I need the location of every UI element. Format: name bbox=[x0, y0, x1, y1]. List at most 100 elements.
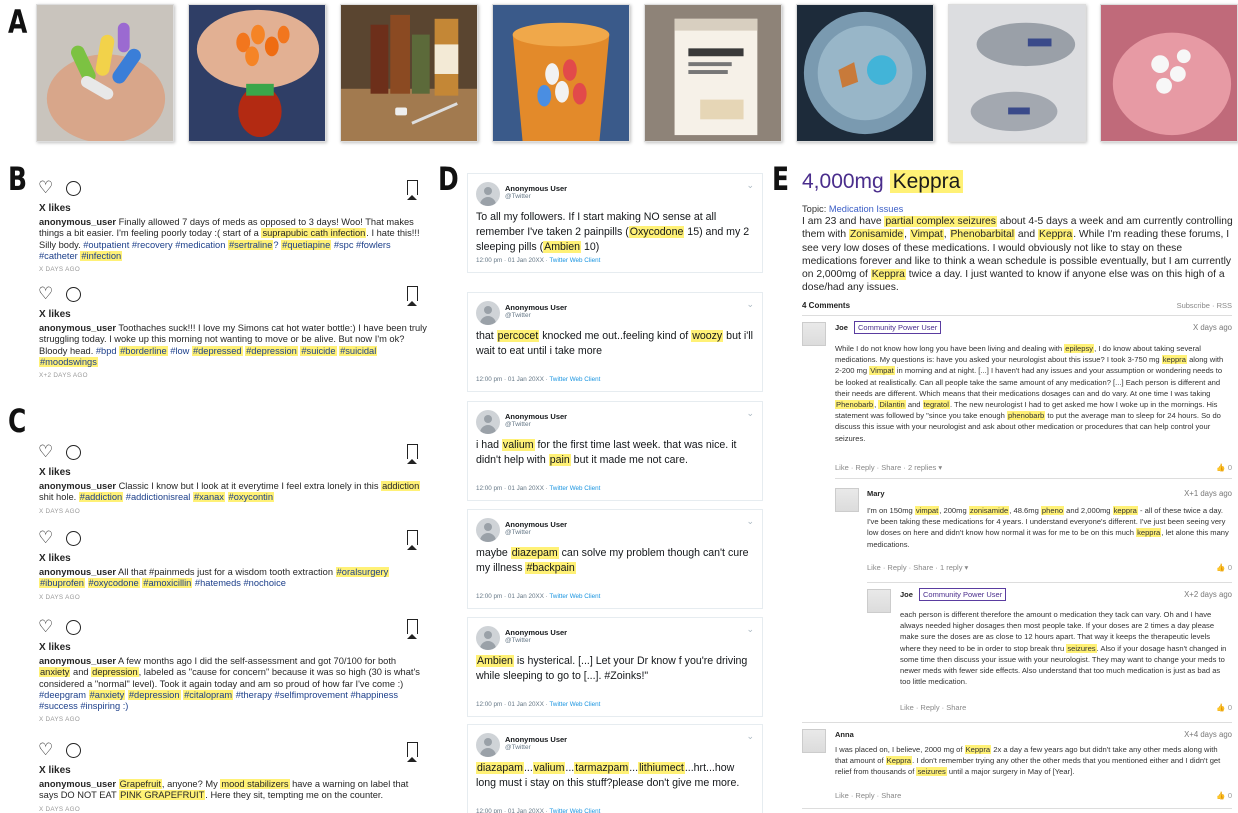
avatar[interactable] bbox=[476, 410, 500, 434]
forum-comment: Anna X+4 days ago I was placed on, I bel… bbox=[802, 729, 1232, 804]
bookmark-icon[interactable] bbox=[407, 530, 418, 550]
comment-icon[interactable] bbox=[66, 445, 81, 460]
comment-author[interactable]: Joe bbox=[900, 590, 913, 599]
post-caption: anonymous_user Grapefruit, anyone? My mo… bbox=[39, 779, 409, 801]
chevron-down-icon[interactable]: ⌄ bbox=[746, 408, 754, 419]
comment-text: I was placed on, I believe, 2000 mg of K… bbox=[835, 745, 1221, 777]
divider bbox=[802, 808, 1232, 809]
comment-icon[interactable] bbox=[66, 620, 81, 635]
comment-author[interactable]: Joe bbox=[835, 323, 848, 332]
tweet-handle: @Twitter bbox=[505, 312, 531, 319]
comments-count: 4 Comments bbox=[802, 301, 851, 310]
post-age: X DAYS AGO bbox=[39, 716, 81, 724]
avatar[interactable] bbox=[476, 182, 500, 206]
comment-author[interactable]: Anna bbox=[835, 730, 854, 739]
chevron-down-icon[interactable]: ⌄ bbox=[746, 731, 754, 742]
divider bbox=[802, 315, 1232, 316]
tweet-card[interactable]: Anonymous User @Twitter ⌄ Ambien is hyst… bbox=[467, 617, 763, 717]
forum-topic: Topic: Medication Issues bbox=[802, 204, 904, 214]
thumbs-up-icon[interactable]: 👍 0 bbox=[1216, 463, 1232, 472]
comment-date: X days ago bbox=[1192, 323, 1232, 332]
heart-icon[interactable]: ♡ bbox=[38, 618, 53, 636]
tweet-text: diazapam...valium...tarmazpam...lithiume… bbox=[476, 762, 740, 789]
tweet-card[interactable]: Anonymous User @Twitter ⌄ To all my foll… bbox=[467, 173, 763, 273]
photo-pill-bottle-with-capsules bbox=[492, 4, 630, 142]
comment-date: X+1 days ago bbox=[1184, 489, 1232, 498]
heart-icon[interactable]: ♡ bbox=[38, 443, 53, 461]
heart-icon[interactable]: ♡ bbox=[38, 179, 53, 197]
instagram-post: ♡ X likes anonymous_user A few months ag… bbox=[30, 618, 430, 724]
subscribe-link[interactable]: Subscribe · RSS bbox=[1177, 301, 1232, 310]
topic-link[interactable]: Medication Issues bbox=[829, 204, 903, 214]
likes-count: X likes bbox=[39, 309, 71, 320]
tweet-text: To all my followers. If I start making N… bbox=[476, 211, 750, 253]
comment-author[interactable]: Mary bbox=[867, 489, 885, 498]
tweet-meta: 12:00 pm · 01 Jan 20XX · Twitter Web Cli… bbox=[476, 808, 601, 813]
tweet-author[interactable]: Anonymous User bbox=[505, 412, 567, 421]
avatar[interactable] bbox=[802, 322, 826, 346]
avatar[interactable] bbox=[476, 301, 500, 325]
heart-icon[interactable]: ♡ bbox=[38, 529, 53, 547]
bookmark-icon[interactable] bbox=[407, 180, 418, 200]
comment-actions[interactable]: Like · Reply · Share · 1 reply ▾ bbox=[867, 563, 968, 572]
comment-icon[interactable] bbox=[66, 531, 81, 546]
bookmark-icon[interactable] bbox=[407, 444, 418, 464]
panel-label-e: E bbox=[772, 160, 790, 198]
comment-text: each person is different therefore the a… bbox=[900, 610, 1227, 687]
tweet-card[interactable]: Anonymous User @Twitter ⌄ diazapam...val… bbox=[467, 724, 763, 813]
panel-label-c: C bbox=[8, 402, 27, 440]
tweet-card[interactable]: Anonymous User @Twitter ⌄ maybe diazepam… bbox=[467, 509, 763, 609]
photo-orange-capsules-in-hand bbox=[188, 4, 326, 142]
avatar[interactable] bbox=[867, 589, 891, 613]
tweet-author[interactable]: Anonymous User bbox=[505, 520, 567, 529]
bookmark-icon[interactable] bbox=[407, 286, 418, 306]
photo-grey-oval-tablets bbox=[948, 4, 1086, 142]
forum-comment: Joe Community Power User X days ago Whil… bbox=[802, 321, 1232, 472]
power-user-badge: Community Power User bbox=[919, 588, 1007, 601]
comment-date: X+2 days ago bbox=[1184, 590, 1232, 599]
tweet-card[interactable]: Anonymous User @Twitter ⌄ i had valium f… bbox=[467, 401, 763, 501]
likes-count: X likes bbox=[39, 553, 71, 564]
avatar[interactable] bbox=[476, 518, 500, 542]
avatar[interactable] bbox=[835, 488, 859, 512]
comment-icon[interactable] bbox=[66, 181, 81, 196]
chevron-down-icon[interactable]: ⌄ bbox=[746, 180, 754, 191]
chevron-down-icon[interactable]: ⌄ bbox=[746, 516, 754, 527]
comment-date: X+4 days ago bbox=[1184, 730, 1232, 739]
tweet-card[interactable]: Anonymous User @Twitter ⌄ that percocet … bbox=[467, 292, 763, 392]
avatar[interactable] bbox=[802, 729, 826, 753]
tweet-handle: @Twitter bbox=[505, 193, 531, 200]
tweet-meta: 12:00 pm · 01 Jan 20XX · Twitter Web Cli… bbox=[476, 376, 601, 383]
post-caption: anonymous_user A few months ago I did th… bbox=[39, 656, 420, 712]
photo-colorful-pills-in-hand bbox=[36, 4, 174, 142]
tweet-text: maybe diazepam can solve my problem thou… bbox=[476, 547, 749, 574]
tweet-author[interactable]: Anonymous User bbox=[505, 735, 567, 744]
tweet-author[interactable]: Anonymous User bbox=[505, 628, 567, 637]
avatar[interactable] bbox=[476, 626, 500, 650]
tweet-author[interactable]: Anonymous User bbox=[505, 303, 567, 312]
bookmark-icon[interactable] bbox=[407, 742, 418, 762]
comment-icon[interactable] bbox=[66, 743, 81, 758]
thumbs-up-icon[interactable]: 👍 0 bbox=[1216, 703, 1232, 712]
comment-text: I'm on 150mg vimpat, 200mg zonisamide, 4… bbox=[867, 506, 1229, 549]
comment-actions[interactable]: Like · Reply · Share bbox=[835, 791, 901, 800]
heart-icon[interactable]: ♡ bbox=[38, 285, 53, 303]
divider bbox=[835, 478, 1232, 479]
post-age: X DAYS AGO bbox=[39, 593, 81, 601]
thumbs-up-icon[interactable]: 👍 0 bbox=[1216, 563, 1232, 572]
chevron-down-icon[interactable]: ⌄ bbox=[746, 624, 754, 635]
comment-icon[interactable] bbox=[66, 287, 81, 302]
avatar[interactable] bbox=[476, 733, 500, 757]
comment-actions[interactable]: Like · Reply · Share bbox=[900, 703, 966, 712]
comment-actions[interactable]: Like · Reply · Share · 2 replies ▾ bbox=[835, 463, 942, 472]
panel-label-d: D bbox=[438, 160, 459, 198]
chevron-down-icon[interactable]: ⌄ bbox=[746, 299, 754, 310]
tweet-meta: 12:00 pm · 01 Jan 20XX · Twitter Web Cli… bbox=[476, 257, 601, 264]
heart-icon[interactable]: ♡ bbox=[38, 741, 53, 759]
thumbs-up-icon[interactable]: 👍 0 bbox=[1216, 791, 1232, 800]
tweet-author[interactable]: Anonymous User bbox=[505, 184, 567, 193]
post-age: X DAYS AGO bbox=[39, 266, 81, 274]
panel-label-b: B bbox=[8, 160, 28, 198]
instagram-post: ♡ X likes anonymous_user Classic I know … bbox=[30, 443, 430, 515]
bookmark-icon[interactable] bbox=[407, 619, 418, 639]
